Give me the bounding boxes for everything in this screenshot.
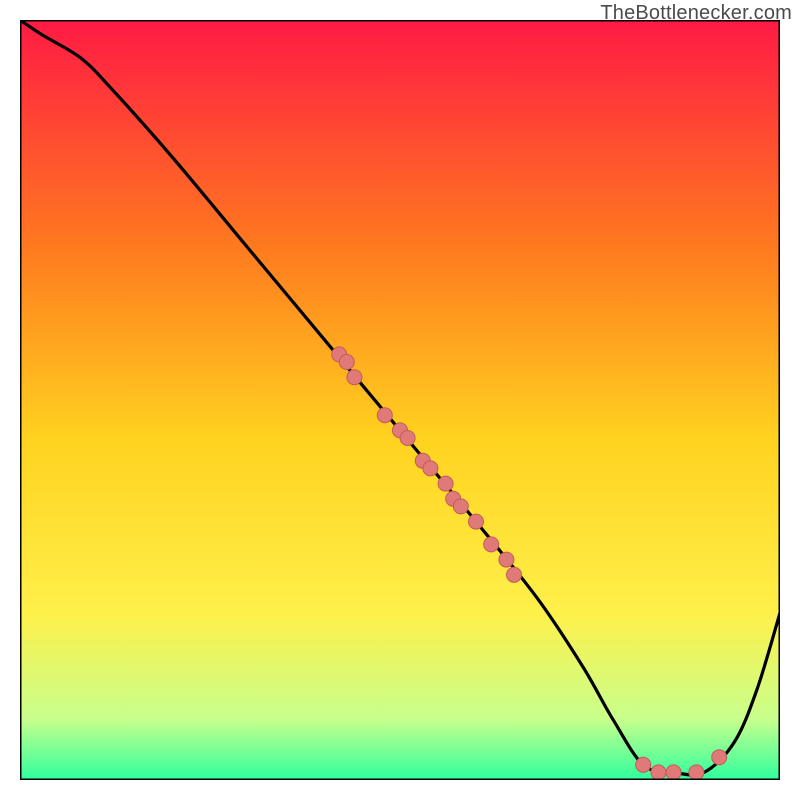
pt-trough-3: [666, 765, 681, 780]
pt-edge-3: [347, 370, 362, 385]
pt-edge-6: [400, 431, 415, 446]
pt-edge-15: [507, 567, 522, 582]
pt-trough-1: [636, 757, 651, 772]
pt-edge-2: [339, 355, 354, 370]
chart-svg: [20, 20, 780, 780]
pt-edge-4: [377, 408, 392, 423]
gradient-background: [20, 20, 780, 780]
pt-edge-14: [499, 552, 514, 567]
pt-edge-11: [453, 499, 468, 514]
pt-edge-8: [423, 461, 438, 476]
pt-trough-5: [712, 750, 727, 765]
pt-trough-4: [689, 765, 704, 780]
plot-area: [20, 20, 780, 780]
pt-trough-2: [651, 765, 666, 780]
pt-edge-9: [438, 476, 453, 491]
chart-stage: TheBottlenecker.com: [0, 0, 800, 800]
pt-edge-13: [484, 537, 499, 552]
pt-edge-12: [469, 514, 484, 529]
